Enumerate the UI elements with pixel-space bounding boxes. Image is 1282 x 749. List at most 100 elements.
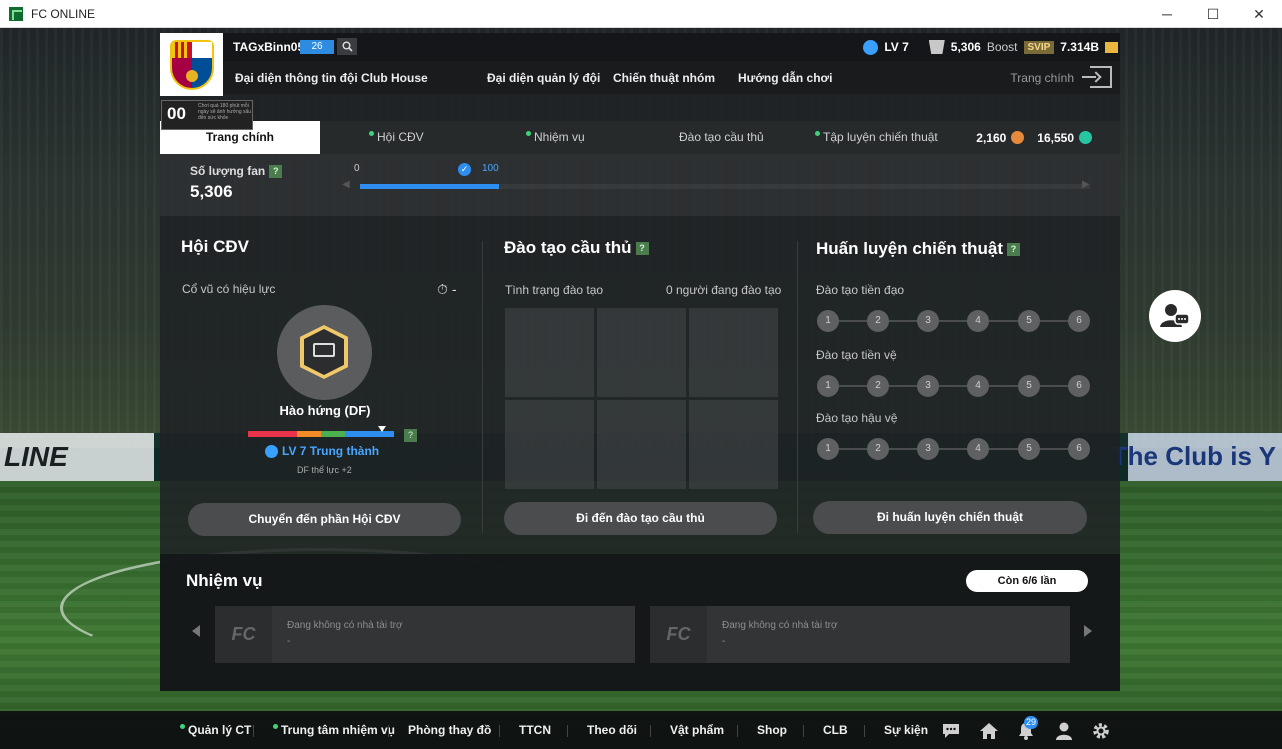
training-slot[interactable]: [505, 308, 594, 397]
missions-remaining-badge[interactable]: Còn 6/6 lần: [966, 570, 1088, 592]
go-to-player-training-button[interactable]: Đi đến đào tạo cầu thủ: [504, 502, 777, 535]
training-help-icon[interactable]: ?: [635, 242, 649, 256]
training-slot[interactable]: [689, 308, 778, 397]
tactic-level-node[interactable]: 5: [1018, 375, 1040, 397]
profile-stats: LV 7 5,306 Boost SVIP 7.314B: [863, 33, 1120, 61]
bottom-nav-item[interactable]: Theo dõi: [587, 723, 637, 737]
nav-team-info[interactable]: Đại diện thông tin đội: [235, 71, 358, 85]
tab-player-training[interactable]: Đào tạo cầu thủ: [679, 121, 764, 154]
tactics-help-icon[interactable]: ?: [1007, 243, 1021, 257]
mood-help-icon[interactable]: ?: [404, 429, 417, 442]
support-chat-button[interactable]: [1149, 290, 1201, 342]
close-button[interactable]: ✕: [1236, 0, 1282, 28]
home-icon[interactable]: [979, 721, 999, 741]
training-slot[interactable]: [505, 400, 594, 489]
minimize-button[interactable]: ─: [1144, 0, 1190, 28]
tactic-level-node[interactable]: 4: [967, 438, 989, 460]
new-dot-icon: [369, 131, 374, 136]
tab-tactical-training[interactable]: Tập luyện chiến thuật: [815, 121, 938, 154]
search-button[interactable]: [337, 38, 357, 55]
bottom-nav-item[interactable]: Phòng thay đồ: [408, 723, 491, 737]
bottom-nav-separator: [864, 725, 865, 737]
help-icon[interactable]: ?: [269, 165, 283, 179]
loyalty-icon: [265, 445, 278, 459]
bottom-nav-item[interactable]: Sự kiện: [884, 723, 928, 737]
tactic-level-node[interactable]: 1: [817, 310, 839, 332]
exit-icon[interactable]: [1082, 66, 1112, 88]
tactic-level-node[interactable]: 4: [967, 310, 989, 332]
profile-icon[interactable]: [1054, 721, 1074, 741]
tactic-level-node[interactable]: 5: [1018, 438, 1040, 460]
tactic-level-node[interactable]: 2: [867, 310, 889, 332]
bottom-nav-item[interactable]: Vật phẩm: [670, 723, 724, 737]
missions-next-icon[interactable]: [1084, 625, 1092, 637]
tactic-level-node[interactable]: 3: [917, 310, 939, 332]
bottom-nav-item[interactable]: TTCN: [519, 723, 551, 737]
bottom-nav-label: Quản lý CT: [188, 723, 252, 737]
tactic-level-node[interactable]: 5: [1018, 310, 1040, 332]
nav-team-manager[interactable]: Đại diện quản lý đội: [487, 71, 600, 85]
username: TAGxBinn05: [233, 40, 305, 54]
settings-icon[interactable]: [1091, 721, 1111, 741]
fc-logo-icon: FC: [650, 606, 707, 663]
bottom-nav-separator: [388, 725, 389, 737]
fan-count-label: Số lượng fan: [190, 164, 266, 178]
tactic-level-node[interactable]: 2: [867, 438, 889, 460]
bottom-nav-label: TTCN: [519, 723, 551, 737]
chat-icon[interactable]: [941, 721, 961, 741]
tactic-level-node[interactable]: 3: [917, 438, 939, 460]
tactic-level-node[interactable]: 4: [967, 375, 989, 397]
bottom-nav-item[interactable]: CLB: [823, 723, 848, 737]
section-divider: [797, 241, 798, 533]
nav-guide[interactable]: Hướng dẫn chơi: [738, 71, 832, 85]
prev-arrow-icon[interactable]: ◀: [342, 179, 350, 190]
mission-card[interactable]: FC Đang không có nhà tài trợ -: [650, 606, 1070, 663]
tactic-level-node[interactable]: 1: [817, 438, 839, 460]
bottom-nav-separator: [803, 725, 804, 737]
bottom-nav-item[interactable]: Quản lý CT: [180, 723, 251, 737]
bottom-nav-label: Theo dõi: [587, 723, 637, 737]
nav-team-tactics[interactable]: Chiến thuật nhóm: [613, 71, 715, 85]
next-arrow-icon[interactable]: ▶: [1082, 179, 1090, 190]
bottom-nav-item[interactable]: Shop: [757, 723, 787, 737]
mission-card-text: Đang không có nhà tài trợ: [722, 620, 838, 631]
go-to-tactical-training-button[interactable]: Đi huấn luyện chiến thuật: [813, 501, 1087, 534]
tab-fan-club[interactable]: Hội CĐV: [369, 121, 424, 154]
tactic-level-node[interactable]: 3: [917, 375, 939, 397]
stopwatch-icon: ⏱: [437, 281, 448, 297]
fan-mood-badge[interactable]: [277, 305, 372, 400]
training-slot[interactable]: [597, 308, 686, 397]
training-slot[interactable]: [689, 400, 778, 489]
window-title: FC ONLINE: [31, 6, 96, 21]
bottom-nav-label: Phòng thay đồ: [408, 723, 492, 737]
tactic-level-node[interactable]: 1: [817, 375, 839, 397]
tactic-row-label: Đào tạo hậu vệ: [816, 411, 898, 425]
mood-marker-icon: [378, 426, 387, 432]
main-panel: TAGxBinn05 2 6 LV 7 5,306 Boost SVIP 7.31…: [160, 33, 1120, 691]
check-icon: ✓: [458, 163, 471, 176]
orange-currency-value: 2,160: [976, 130, 1007, 145]
bottom-nav-item[interactable]: Trung tâm nhiệm vụ: [273, 723, 395, 737]
mission-card[interactable]: FC Đang không có nhà tài trợ -: [215, 606, 635, 663]
tactic-level-node[interactable]: 2: [867, 375, 889, 397]
loyalty-level: LV 7 Trung thành: [265, 444, 379, 459]
club-crest[interactable]: [160, 33, 223, 96]
training-slot[interactable]: [597, 400, 686, 489]
tactic-level-node[interactable]: 6: [1068, 310, 1090, 332]
missions-prev-icon[interactable]: [192, 625, 200, 637]
maximize-button[interactable]: ☐: [1190, 0, 1236, 28]
tab-missions[interactable]: Nhiệm vụ: [526, 121, 585, 154]
fan-count-value: 5,306: [190, 182, 233, 201]
nav-club-house[interactable]: Club House: [361, 71, 428, 85]
adboard-left-text: LINE: [4, 441, 68, 472]
tactic-level-node[interactable]: 6: [1068, 438, 1090, 460]
tactic-level-node[interactable]: 6: [1068, 375, 1090, 397]
nav-home-label[interactable]: Trang chính: [1010, 71, 1074, 85]
coin-icon: [1105, 41, 1118, 53]
stopwatch-icon-wrap: ⏱ -: [437, 281, 456, 298]
mood-bar-segment: [296, 431, 321, 437]
new-dot-icon: [180, 724, 185, 729]
go-to-fan-club-button[interactable]: Chuyển đến phần Hội CĐV: [188, 503, 461, 536]
bottom-nav-label: Shop: [757, 723, 787, 737]
tactic-track-line: [828, 448, 1080, 450]
